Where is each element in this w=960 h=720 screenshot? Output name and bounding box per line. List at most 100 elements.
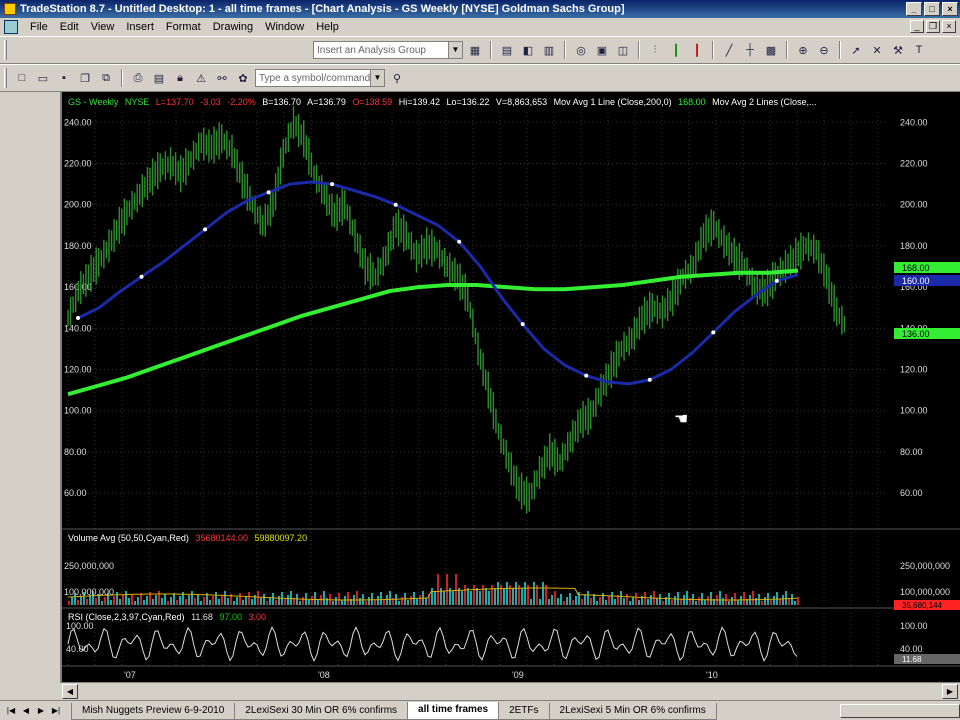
standard-toolbar: □ ▭ ▪ ❐ ⧉ ⎙ ▤ 🔒︎ ⚠ ⚯ ✿ Type a symbol/com…	[0, 64, 960, 92]
volume-bar	[176, 600, 178, 605]
volume-bar	[323, 591, 325, 605]
ma-dot	[584, 373, 589, 378]
radar-icon[interactable]: ◧	[519, 41, 537, 59]
price-chart[interactable]: 240.00220.00200.00180.00160.00140.00120.…	[62, 92, 960, 682]
candle-icon[interactable]: ┃	[667, 41, 685, 59]
tab-lexisexi-5[interactable]: 2LexiSexi 5 Min OR 6% confirms	[548, 703, 717, 720]
horizontal-scrollbar[interactable]: ◀ ▶	[60, 682, 960, 700]
volume-bar	[68, 601, 70, 605]
maximize-button[interactable]: □	[924, 2, 940, 16]
volume-bar	[608, 596, 610, 605]
lock-icon[interactable]: 🔒︎	[171, 69, 189, 87]
tab-scroll-thumb[interactable]	[840, 704, 960, 718]
volume-bar	[221, 595, 223, 605]
symbol-input[interactable]: Type a symbol/command ▼	[255, 69, 385, 87]
grid-icon[interactable]: ▦	[466, 41, 484, 59]
price-tick-left: 220.00	[64, 159, 92, 169]
volume-bar	[332, 601, 334, 605]
bar-chart-icon[interactable]: ⫶	[646, 41, 664, 59]
volume-bar	[635, 593, 637, 605]
hammer-icon[interactable]: ⚒	[889, 41, 907, 59]
news-icon[interactable]: ◫	[614, 41, 632, 59]
prev-tab-icon[interactable]: ◀	[19, 704, 33, 718]
minimize-button[interactable]: _	[906, 2, 922, 16]
matrix-icon[interactable]: ▥	[540, 41, 558, 59]
chevron-down-icon[interactable]: ▼	[370, 70, 384, 86]
save-icon[interactable]: ▪	[55, 69, 73, 87]
menu-file[interactable]: File	[24, 21, 54, 33]
candle-red-icon[interactable]: ┃	[688, 41, 706, 59]
menu-edit[interactable]: Edit	[54, 21, 85, 33]
volume-bar	[596, 601, 598, 605]
scroll-right-icon[interactable]: ▶	[942, 684, 958, 699]
volume-bar	[659, 594, 661, 605]
chevron-down-icon[interactable]: ▼	[448, 42, 462, 58]
volume-bar	[710, 592, 712, 605]
open-icon[interactable]: ▭	[34, 69, 52, 87]
svg-text:GS - Weekly NYSE: GS - Weekly NYSE L=137.70 -3.03 -2.20% B…	[68, 97, 817, 107]
volume-bar	[179, 596, 181, 605]
menu-drawing[interactable]: Drawing	[207, 21, 259, 33]
next-tab-icon[interactable]: ▶	[34, 704, 48, 718]
scanner-icon[interactable]: ◎	[572, 41, 590, 59]
volume-bar	[278, 596, 280, 605]
last-tab-icon[interactable]: ▶|	[49, 704, 63, 718]
doc-close-button[interactable]: ×	[942, 20, 956, 33]
color-icon[interactable]: ▩	[762, 41, 780, 59]
alert-icon[interactable]: ⚠	[192, 69, 210, 87]
volume-bar	[368, 597, 370, 605]
menu-format[interactable]: Format	[160, 21, 207, 33]
new-icon[interactable]: □	[13, 69, 31, 87]
tab-mish-nuggets[interactable]: Mish Nuggets Preview 6-9-2010	[71, 703, 236, 720]
volume-tick-left: 250,000,000	[64, 561, 114, 571]
volume-bar	[737, 600, 739, 605]
menu-insert[interactable]: Insert	[120, 21, 160, 33]
tab-lexisexi-30[interactable]: 2LexiSexi 30 Min OR 6% confirms	[234, 703, 409, 720]
menu-help[interactable]: Help	[310, 21, 345, 33]
scroll-left-icon[interactable]: ◀	[62, 684, 78, 699]
volume-bar	[128, 598, 130, 605]
volume-bar	[296, 594, 298, 605]
hot-list-icon[interactable]: ▣	[593, 41, 611, 59]
link-icon[interactable]: ⚯	[213, 69, 231, 87]
zoom-in-icon[interactable]: ⊕	[794, 41, 812, 59]
analysis-group-combo[interactable]: Insert an Analysis Group ▼	[313, 41, 463, 59]
first-tab-icon[interactable]: |◀	[4, 704, 18, 718]
volume-bar	[233, 601, 235, 605]
tab-etfs[interactable]: 2ETFs	[498, 703, 550, 720]
volume-bar	[191, 591, 193, 605]
doc-restore-button[interactable]: ❐	[926, 20, 940, 33]
price-tick-right: 180.00	[900, 241, 928, 251]
copy-icon[interactable]: ⧉	[97, 69, 115, 87]
close-button[interactable]: ×	[942, 2, 958, 16]
preview-icon[interactable]: ▤	[150, 69, 168, 87]
tools-icon[interactable]: ✕	[868, 41, 886, 59]
palette-icon[interactable]: ✿	[234, 69, 252, 87]
pointer-icon[interactable]: ➚	[847, 41, 865, 59]
volume-bar	[674, 596, 676, 605]
doc-minimize-button[interactable]: _	[910, 20, 924, 33]
print-icon[interactable]: ⎙	[129, 69, 147, 87]
menu-view[interactable]: View	[85, 21, 121, 33]
toolbar-grip[interactable]	[4, 68, 7, 88]
text-tool-icon[interactable]: T	[910, 41, 928, 59]
symbol-lookup-icon[interactable]: ⚲	[388, 69, 406, 87]
new-workspace-icon[interactable]: ❐	[76, 69, 94, 87]
volume-bar	[539, 599, 541, 605]
volume-bar	[623, 598, 625, 605]
menu-window[interactable]: Window	[259, 21, 310, 33]
volume-bar	[626, 594, 628, 605]
tab-all-time-frames[interactable]: all time frames	[407, 702, 500, 720]
document-icon[interactable]	[4, 20, 18, 34]
volume-bar	[158, 591, 160, 605]
horizontal-line-icon[interactable]: ┼	[741, 41, 759, 59]
volume-bar	[656, 598, 658, 605]
ma-dot	[393, 202, 398, 207]
toolbar-grip[interactable]	[4, 40, 7, 60]
trendline-icon[interactable]: ╱	[720, 41, 738, 59]
chart-window-icon[interactable]: ▤	[498, 41, 516, 59]
volume-bar	[125, 591, 127, 605]
zoom-out-icon[interactable]: ⊖	[815, 41, 833, 59]
volume-bar	[95, 598, 97, 605]
volume-bar	[554, 591, 556, 605]
